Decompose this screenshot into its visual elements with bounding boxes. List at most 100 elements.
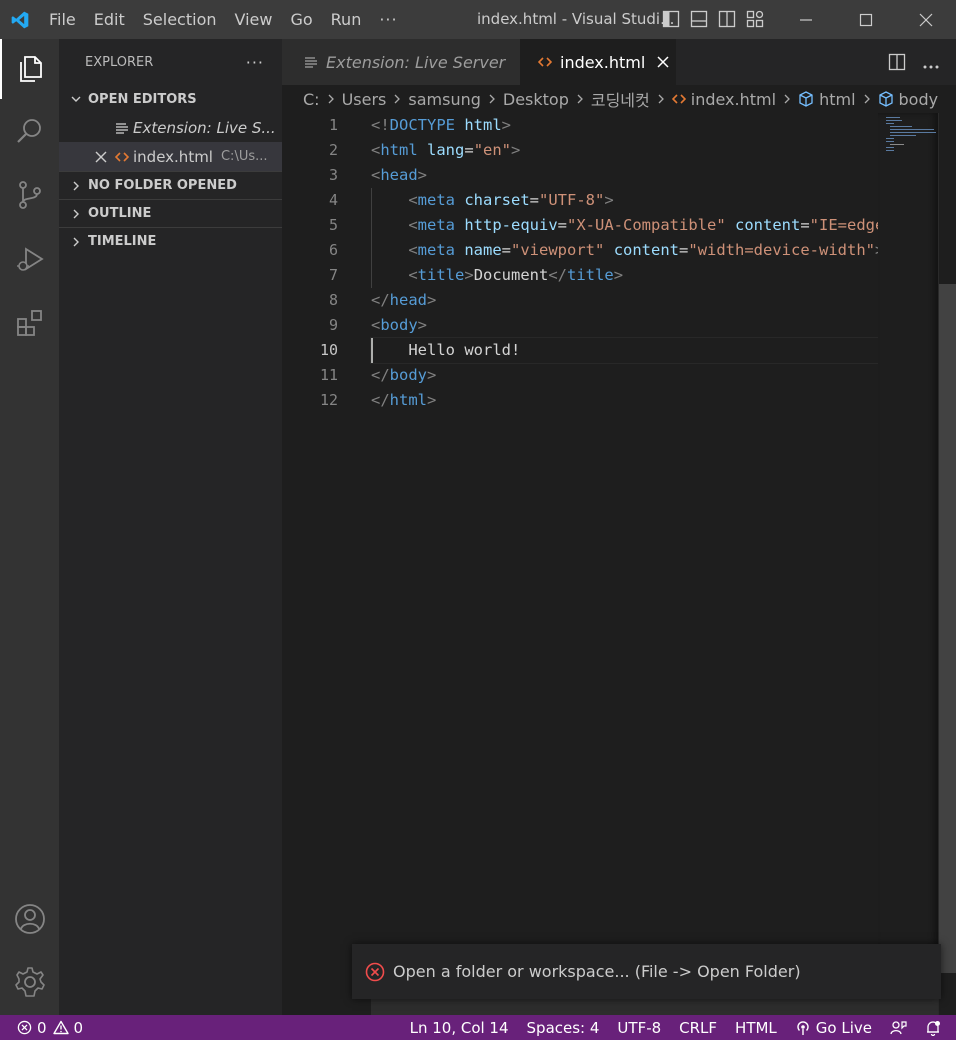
chevron-right-icon: [67, 180, 85, 192]
window-title: index.html - Visual Studi...: [477, 10, 675, 28]
eol-status[interactable]: CRLF: [670, 1015, 726, 1040]
sidebar-title: EXPLORER: [85, 54, 154, 70]
notifications-bell-icon[interactable]: [916, 1015, 950, 1040]
line-number: 12: [319, 391, 338, 409]
code-line: <!DOCTYPE html>: [371, 116, 512, 134]
vscode-logo-icon: [0, 0, 40, 39]
search-icon[interactable]: [0, 101, 59, 161]
chevron-right-icon: [326, 93, 336, 105]
go-live-label: Go Live: [815, 1018, 872, 1037]
menu-more-button[interactable]: ···: [370, 0, 406, 39]
breadcrumb-item[interactable]: body: [899, 90, 939, 109]
outline-section[interactable]: OUTLINE: [59, 199, 282, 227]
explorer-icon[interactable]: [0, 39, 59, 99]
sidebar-more-button[interactable]: ···: [246, 53, 264, 72]
symbol-element-icon: [878, 91, 894, 107]
tab-extension-live-server[interactable]: Extension: Live Server: [282, 39, 520, 85]
horizontal-scrollbar[interactable]: [371, 999, 938, 1015]
open-editor-label: Extension: Live S...: [133, 118, 276, 137]
line-number: 8: [328, 291, 338, 309]
html-file-icon: [671, 93, 686, 105]
line-number: 4: [328, 191, 338, 209]
code-line-current: Hello world!: [370, 337, 878, 364]
sidebar-header: EXPLORER ···: [59, 39, 282, 85]
code-line: <head>: [371, 166, 428, 184]
code-line: <meta name="viewport" content="width=dev…: [408, 241, 878, 259]
account-icon[interactable]: [0, 889, 59, 949]
code-line: <body>: [371, 316, 428, 334]
warning-triangle-icon: [52, 1020, 69, 1035]
open-editor-item[interactable]: index.html C:\Us...: [59, 142, 282, 171]
line-number: 11: [319, 366, 338, 384]
menu-file[interactable]: File: [40, 0, 85, 39]
open-editors-label: OPEN EDITORS: [88, 91, 197, 107]
toggle-panel-icon[interactable]: [690, 10, 708, 28]
preview-file-icon: [111, 121, 133, 135]
close-window-icon[interactable]: [896, 0, 956, 39]
code-line: </html>: [371, 391, 437, 409]
minimize-icon[interactable]: [776, 0, 836, 39]
error-circle-icon: [17, 1020, 32, 1035]
split-editor-icon[interactable]: [888, 53, 906, 75]
breadcrumb-item[interactable]: Users: [342, 90, 387, 109]
problems-status[interactable]: 0 0: [8, 1015, 92, 1040]
line-number: 5: [328, 216, 338, 234]
vertical-scrollbar[interactable]: [938, 113, 956, 1015]
line-number: 1: [328, 116, 338, 134]
maximize-icon[interactable]: [836, 0, 896, 39]
tab-label: index.html: [560, 52, 646, 72]
breadcrumb-item[interactable]: samsung: [408, 90, 481, 109]
line-number-gutter: 1 2 3 4 5 6 7 8 9 10 11 12: [282, 113, 338, 413]
chevron-right-icon: [67, 236, 85, 248]
breadcrumb-item[interactable]: html: [819, 90, 855, 109]
run-debug-icon[interactable]: [0, 229, 59, 289]
breadcrumb-item[interactable]: Desktop: [503, 90, 569, 109]
menu-selection[interactable]: Selection: [134, 0, 226, 39]
menu-view[interactable]: View: [226, 0, 282, 39]
source-control-icon[interactable]: [0, 165, 59, 225]
encoding-status[interactable]: UTF-8: [608, 1015, 670, 1040]
breadcrumb: C: Users samsung Desktop 코딩네컷 index.html…: [282, 85, 956, 113]
go-live-button[interactable]: Go Live: [786, 1015, 881, 1040]
breadcrumb-item[interactable]: index.html: [691, 90, 776, 109]
manage-gear-icon[interactable]: [0, 952, 59, 1012]
menu-go[interactable]: Go: [281, 0, 321, 39]
menu-edit[interactable]: Edit: [85, 0, 134, 39]
code-line: </head>: [371, 291, 437, 309]
code-lines: <!DOCTYPE html> <html lang="en"> <head> …: [370, 113, 878, 413]
timeline-section[interactable]: TIMELINE: [59, 227, 282, 255]
tab-index-html[interactable]: index.html: [520, 39, 676, 85]
toggle-primary-sidebar-icon[interactable]: [662, 10, 680, 28]
line-number: 9: [328, 316, 338, 334]
breadcrumb-item[interactable]: C:: [303, 90, 320, 109]
symbol-element-icon: [798, 91, 814, 107]
no-folder-section[interactable]: NO FOLDER OPENED: [59, 171, 282, 199]
chevron-right-icon: [656, 93, 666, 105]
chevron-right-icon: [67, 208, 85, 220]
extensions-icon[interactable]: [0, 293, 59, 353]
language-mode-status[interactable]: HTML: [726, 1015, 786, 1040]
line-number: 2: [328, 141, 338, 159]
cursor-position-status[interactable]: Ln 10, Col 14: [401, 1015, 518, 1040]
minimap[interactable]: [878, 113, 938, 1015]
editor-tabs: Extension: Live Server index.html: [282, 39, 956, 85]
close-tab-icon[interactable]: [657, 56, 669, 68]
code-editor[interactable]: 1 2 3 4 5 6 7 8 9 10 11 12 <!DOCTYPE htm…: [282, 113, 878, 1015]
editor-more-icon[interactable]: [922, 55, 940, 74]
chevron-right-icon: [392, 93, 402, 105]
close-editor-icon[interactable]: [91, 151, 111, 163]
title-bar: File Edit Selection View Go Run ··· inde…: [0, 0, 956, 39]
customize-layout-icon[interactable]: [746, 10, 764, 28]
menu-run[interactable]: Run: [322, 0, 371, 39]
error-count: 0: [37, 1018, 47, 1037]
breadcrumb-item[interactable]: 코딩네컷: [591, 87, 650, 111]
open-editors-section[interactable]: OPEN EDITORS: [59, 85, 282, 113]
open-editor-item[interactable]: Extension: Live S...: [59, 113, 282, 142]
toggle-secondary-sidebar-icon[interactable]: [718, 10, 736, 28]
open-editor-path: C:\Us...: [220, 149, 268, 164]
feedback-icon[interactable]: [881, 1015, 916, 1040]
code-line: <meta charset="UTF-8">: [408, 191, 614, 209]
scrollbar-thumb[interactable]: [939, 284, 956, 973]
text-cursor: [371, 338, 373, 363]
indentation-status[interactable]: Spaces: 4: [518, 1015, 609, 1040]
